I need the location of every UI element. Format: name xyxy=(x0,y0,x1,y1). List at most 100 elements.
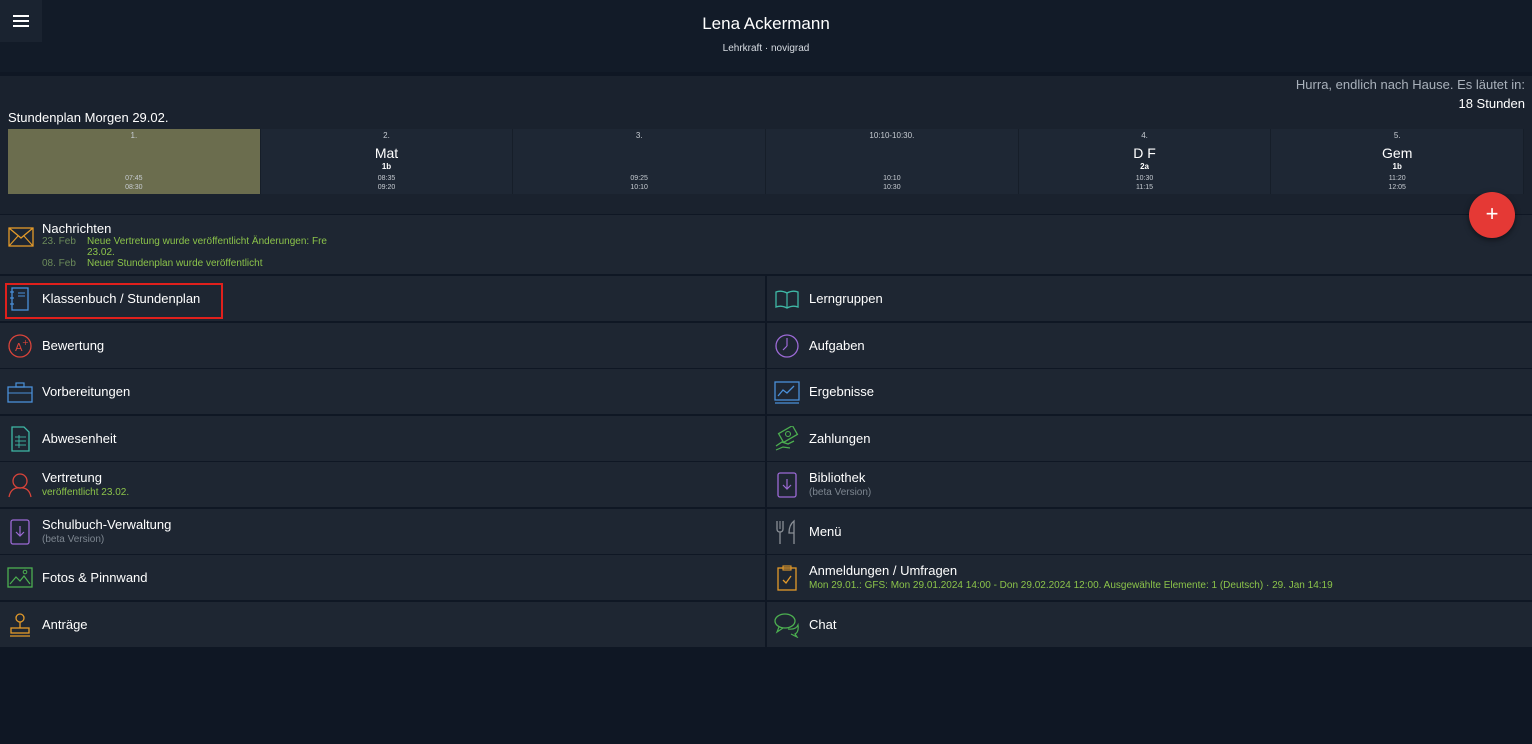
menu-item-schulbuch[interactable]: Schulbuch-Verwaltung (beta Version) xyxy=(0,508,765,554)
news-title: Nachrichten xyxy=(42,221,112,236)
app-header: Lena Ackermann Lehrkraft · novigrad xyxy=(0,0,1532,72)
period-start: 08:35 xyxy=(377,175,396,182)
period-subject: D F xyxy=(1133,145,1156,161)
menu-item-label: Anmeldungen / Umfragen xyxy=(809,563,958,578)
svg-text:+: + xyxy=(22,338,29,347)
add-button[interactable]: + xyxy=(1469,192,1515,238)
period-subject: Gem xyxy=(1382,145,1413,161)
period-number: 2. xyxy=(383,131,390,140)
clock-icon xyxy=(775,333,799,358)
period-number: 3. xyxy=(635,131,643,140)
menu-item-aufgaben[interactable]: Aufgaben xyxy=(767,322,1532,368)
menu-item-zahlungen[interactable]: Zahlungen xyxy=(767,415,1532,461)
menu-item-lerngruppen[interactable]: Lerngruppen xyxy=(767,276,1532,321)
period-end: 09:20 xyxy=(377,184,396,191)
timetable-grid: 1. 07:45 08:30 2. Mat 1b 08:35 09:20 3. … xyxy=(8,129,1525,194)
menu-item-label: Bewertung xyxy=(42,337,105,353)
menu-item-label: Aufgaben xyxy=(809,337,865,353)
open-book-icon xyxy=(775,290,799,309)
period-cell[interactable]: 5. Gem 1b 11:20 12:05 xyxy=(1271,129,1525,194)
news-item[interactable]: 08. Feb Neuer Stundenplan wurde veröffen… xyxy=(42,258,487,269)
period-number: 1. xyxy=(130,131,138,140)
menu-item-label: Bibliothek xyxy=(809,470,866,485)
grade-icon: A + xyxy=(8,333,32,358)
clipboard-check-icon xyxy=(777,565,797,591)
news-text: Neuer Stundenplan wurde veröffentlicht xyxy=(87,258,263,269)
period-start: 07:45 xyxy=(125,175,143,182)
menu-item-bewertung[interactable]: A + Bewertung xyxy=(0,322,765,368)
period-start: 10:30 xyxy=(1135,175,1154,182)
menu-item-menue[interactable]: Menü xyxy=(767,508,1532,554)
news-date: 08. Feb xyxy=(42,258,76,269)
news-panel[interactable]: Nachrichten 23. Feb Neue Vertretung wurd… xyxy=(0,215,1532,274)
main-menu: Klassenbuch / Stundenplan Lerngruppen A … xyxy=(0,276,1532,648)
period-class: 1b xyxy=(381,162,392,171)
timetable-section: Hurra, endlich nach Hause. Es läutet in:… xyxy=(0,76,1532,214)
menu-item-label: Anträge xyxy=(42,616,88,632)
timetable-title: Stundenplan Morgen 29.02. xyxy=(8,110,169,125)
period-cell[interactable]: 4. D F 2a 10:30 11:15 xyxy=(1018,129,1272,194)
menu-item-vertretung[interactable]: Vertretung veröffentlicht 23.02. xyxy=(0,462,765,507)
period-start: 09:25 xyxy=(630,175,648,182)
period-cell[interactable]: 1. 07:45 08:30 xyxy=(8,129,261,194)
menu-item-label: Chat xyxy=(809,616,837,632)
book-download-icon xyxy=(10,518,30,545)
menu-item-label: Fotos & Pinnwand xyxy=(42,570,148,585)
period-end: 08:30 xyxy=(125,184,143,191)
spreadsheet-icon xyxy=(11,425,30,452)
break-cell[interactable]: 10:10-10:30. 10:10 10:30 xyxy=(766,129,1019,194)
notebook-icon xyxy=(10,287,29,311)
menu-item-subtitle: veröffentlicht 23.02. xyxy=(42,487,130,498)
user-role: Lehrkraft · novigrad xyxy=(722,43,810,54)
menu-item-label: Vertretung xyxy=(42,470,102,485)
news-text: Neue Vertretung wurde veröffentlicht Änd… xyxy=(87,236,327,258)
menu-item-ergebnisse[interactable]: Ergebnisse xyxy=(767,369,1532,414)
chart-monitor-icon xyxy=(774,381,800,404)
book-download-icon xyxy=(777,472,797,498)
menu-item-label: Lerngruppen xyxy=(809,291,883,306)
stamp-icon xyxy=(10,612,30,637)
menu-item-antraege[interactable]: Anträge xyxy=(0,601,765,647)
chat-bubbles-icon xyxy=(774,612,799,638)
person-icon xyxy=(8,473,32,498)
news-item[interactable]: 23. Feb Neue Vertretung wurde veröffentl… xyxy=(42,236,337,258)
period-end: 10:10 xyxy=(630,184,648,191)
countdown-text: Hurra, endlich nach Hause. Es läutet in: xyxy=(1295,77,1525,92)
cutlery-icon xyxy=(776,519,795,544)
money-hand-icon xyxy=(775,425,799,451)
menu-item-vorbereitungen[interactable]: Vorbereitungen xyxy=(0,369,765,414)
period-start: 10:10 xyxy=(883,175,901,182)
menu-item-fotos[interactable]: Fotos & Pinnwand xyxy=(0,555,765,600)
menu-item-label: Klassenbuch / Stundenplan xyxy=(42,291,201,306)
menu-item-label: Abwesenheit xyxy=(42,430,117,446)
period-start: 11:20 xyxy=(1388,175,1406,182)
menu-item-label: Schulbuch-Verwaltung xyxy=(42,516,172,532)
countdown-hours: 18 Stunden xyxy=(1458,96,1525,111)
period-subject: Mat xyxy=(374,145,399,161)
period-number: 10:10-10:30. xyxy=(869,131,915,140)
period-number: 5. xyxy=(1393,131,1401,140)
news-date: 23. Feb xyxy=(42,236,76,247)
menu-item-subtitle: (beta Version) xyxy=(42,533,105,545)
menu-item-subtitle: (beta Version) xyxy=(809,487,872,498)
envelope-icon xyxy=(8,227,34,247)
period-end: 12:05 xyxy=(1388,184,1406,191)
menu-item-label: Menü xyxy=(809,523,842,539)
period-end: 11:15 xyxy=(1136,184,1154,191)
period-cell[interactable]: 3. 09:25 10:10 xyxy=(513,129,767,194)
period-number: 4. xyxy=(1141,131,1148,140)
period-end: 10:30 xyxy=(883,184,901,191)
image-icon xyxy=(7,567,33,588)
period-class: 1b xyxy=(1392,162,1402,171)
period-class: 2a xyxy=(1140,162,1149,171)
menu-item-abwesenheit[interactable]: Abwesenheit xyxy=(0,415,765,461)
menu-item-label: Vorbereitungen xyxy=(42,384,131,399)
menu-item-subtitle: Mon 29.01.: GFS: Mon 29.01.2024 14:00 - … xyxy=(809,580,1333,591)
menu-item-klassenbuch[interactable]: Klassenbuch / Stundenplan xyxy=(0,276,765,321)
menu-item-bibliothek[interactable]: Bibliothek (beta Version) xyxy=(767,462,1532,507)
user-name: Lena Ackermann xyxy=(702,14,830,33)
menu-item-anmeldungen[interactable]: Anmeldungen / Umfragen Mon 29.01.: GFS: … xyxy=(767,555,1532,600)
menu-item-label: Zahlungen xyxy=(809,430,871,446)
period-cell[interactable]: 2. Mat 1b 08:35 09:20 xyxy=(260,129,514,194)
menu-item-chat[interactable]: Chat xyxy=(767,601,1532,647)
